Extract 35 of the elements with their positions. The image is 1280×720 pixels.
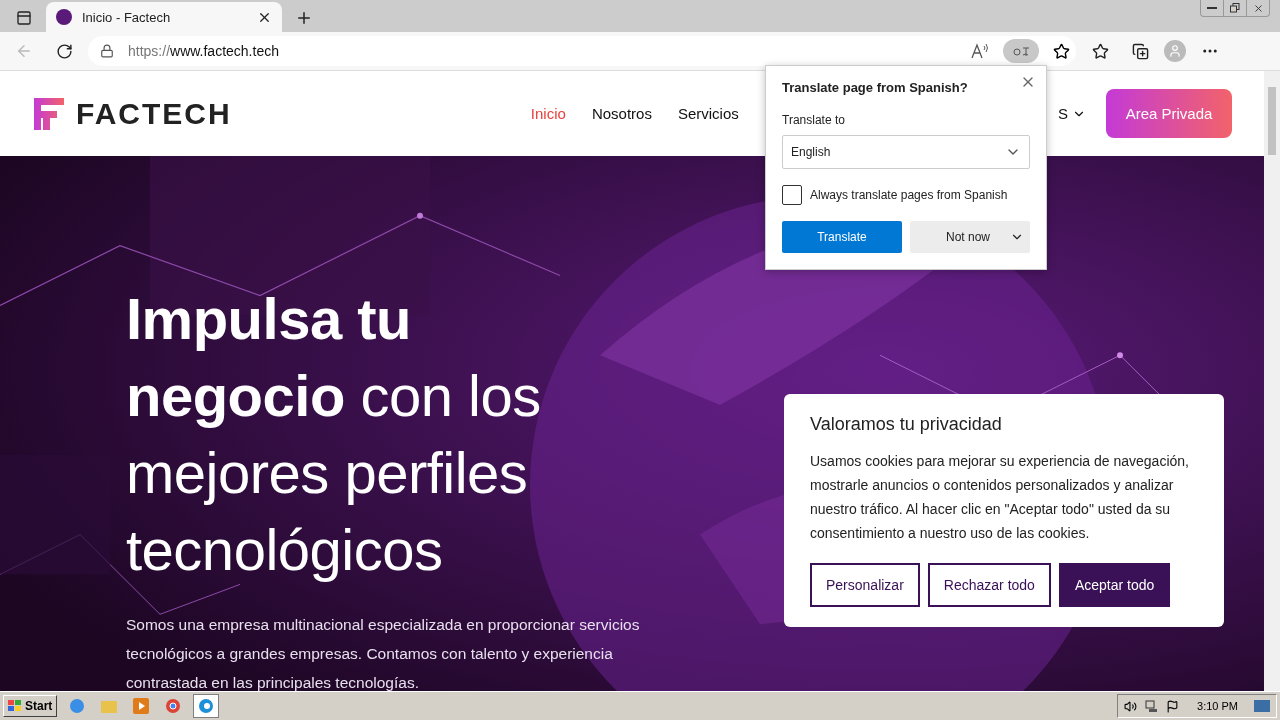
popup-title: Translate page from Spanish? (782, 80, 969, 95)
hero-heading: Impulsa tu negocio con los mejores perfiles tecnológicos (126, 285, 542, 584)
address-field[interactable]: https://www.factech.tech (88, 36, 1076, 66)
lock-icon (100, 44, 114, 58)
clock: 3:10 PM (1197, 700, 1238, 712)
nav-link[interactable]: Servicios (677, 105, 739, 122)
not-now-button[interactable]: Not now (910, 221, 1030, 253)
checkbox-label: Always translate pages from Spanish (810, 188, 1008, 202)
add-favorite-icon[interactable] (1053, 42, 1070, 60)
language-selector[interactable]: S (1057, 105, 1086, 122)
network-icon[interactable] (1145, 699, 1159, 713)
hero-text: Somos una empresa multinacional especializada en proporcionar servicios tecnológicos a grandes empresas. Contamos con talento y experiencia contrastada en las principales tecnologías. (126, 615, 641, 691)
cookie-button[interactable]: Personalizar (810, 563, 920, 607)
translate-button[interactable]: Translate (782, 221, 902, 253)
cookie-button[interactable]: Rechazar todo (927, 563, 1051, 607)
start-button[interactable]: Start (3, 695, 58, 717)
checkbox[interactable] (782, 185, 802, 205)
flag-icon[interactable] (1166, 699, 1180, 713)
nav-link[interactable]: Nosotros (591, 105, 652, 122)
logo-text[interactable]: FACTECH (76, 96, 232, 131)
nav-link[interactable]: Inicio (530, 105, 566, 122)
accept-button[interactable]: Aceptar todo (1058, 563, 1171, 607)
browser-tab[interactable]: Inicio - Factech (46, 2, 282, 32)
favicon-icon (56, 9, 72, 25)
translate-icon[interactable] (1003, 39, 1039, 63)
read-aloud-icon[interactable] (971, 43, 989, 59)
dialog-text: Usamos cookies para mejorar su experiencia de navegación, mostrarle anuncios o contenidos personalizados y analizar nuestro tráfico. Al hacer clic en "Aceptar todo" usted da su consentimiento a nuestro uso de las cookies. (810, 452, 1190, 543)
field-label: Translate to (782, 113, 846, 127)
windows-logo-icon (8, 700, 22, 712)
logo-icon (34, 97, 64, 130)
volume-icon[interactable] (1124, 699, 1138, 713)
language-select[interactable]: English (782, 135, 1030, 169)
scrollbar[interactable] (1264, 71, 1280, 691)
private-area-button[interactable]: Area Privada (1106, 89, 1232, 138)
dialog-title: Valoramos tu privacidad (810, 414, 1003, 435)
